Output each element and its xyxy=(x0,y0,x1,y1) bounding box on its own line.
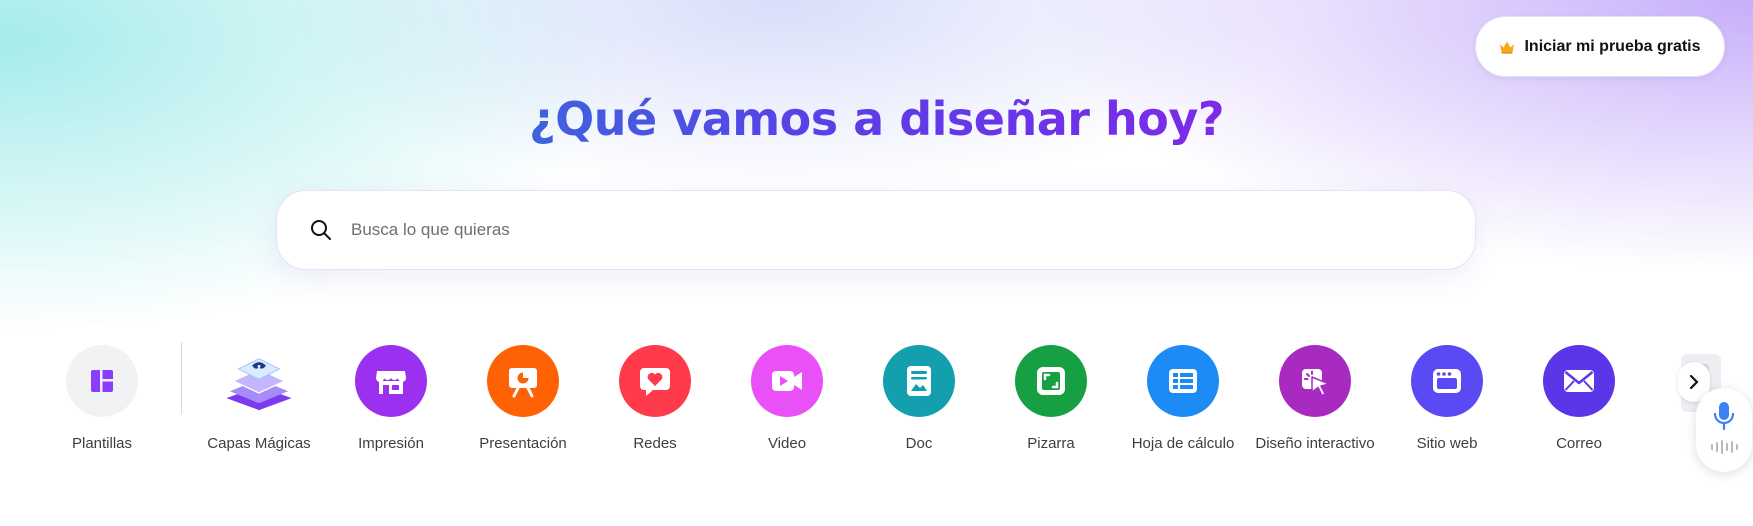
magic-layers-icon xyxy=(223,345,295,417)
category-capas-magicas[interactable]: Capas Mágicas xyxy=(193,345,325,455)
category-presentacion[interactable]: Presentación xyxy=(457,345,589,455)
voice-search-button[interactable] xyxy=(1696,388,1752,472)
search-bar[interactable] xyxy=(276,190,1476,270)
category-redes[interactable]: Redes xyxy=(589,345,721,455)
doc-icon xyxy=(883,345,955,417)
audio-wave-icon xyxy=(1710,440,1738,454)
crown-icon xyxy=(1499,40,1515,54)
heart-chat-icon xyxy=(619,345,691,417)
search-input[interactable] xyxy=(351,220,1431,240)
cursor-click-icon xyxy=(1279,345,1351,417)
category-diseno-interactivo[interactable]: Diseño interactivo xyxy=(1249,345,1381,455)
category-pizarra[interactable]: Pizarra xyxy=(985,345,1117,455)
mail-icon xyxy=(1543,345,1615,417)
spreadsheet-icon xyxy=(1147,345,1219,417)
category-carousel: Plantillas Capas Mágicas Impresión Prese… xyxy=(0,345,1753,485)
presentation-icon xyxy=(487,345,559,417)
whiteboard-icon xyxy=(1015,345,1087,417)
category-plantillas[interactable]: Plantillas xyxy=(36,345,168,455)
chevron-right-icon xyxy=(1686,373,1702,391)
category-impresion[interactable]: Impresión xyxy=(325,345,457,455)
category-correo[interactable]: Correo xyxy=(1513,345,1645,455)
microphone-icon xyxy=(1711,400,1737,432)
category-video[interactable]: Video xyxy=(721,345,853,455)
category-hoja-de-calculo[interactable]: Hoja de cálculo xyxy=(1117,345,1249,455)
start-free-trial-label: Iniciar mi prueba gratis xyxy=(1524,37,1701,55)
layout-icon xyxy=(66,345,138,417)
video-camera-icon xyxy=(751,345,823,417)
category-doc[interactable]: Doc xyxy=(853,345,985,455)
page-title: ¿Qué vamos a diseñar hoy? xyxy=(528,92,1225,146)
search-icon xyxy=(309,218,333,242)
start-free-trial-button[interactable]: Iniciar mi prueba gratis xyxy=(1475,16,1725,77)
category-sitio-web[interactable]: Sitio web xyxy=(1381,345,1513,455)
website-icon xyxy=(1411,345,1483,417)
store-icon xyxy=(355,345,427,417)
